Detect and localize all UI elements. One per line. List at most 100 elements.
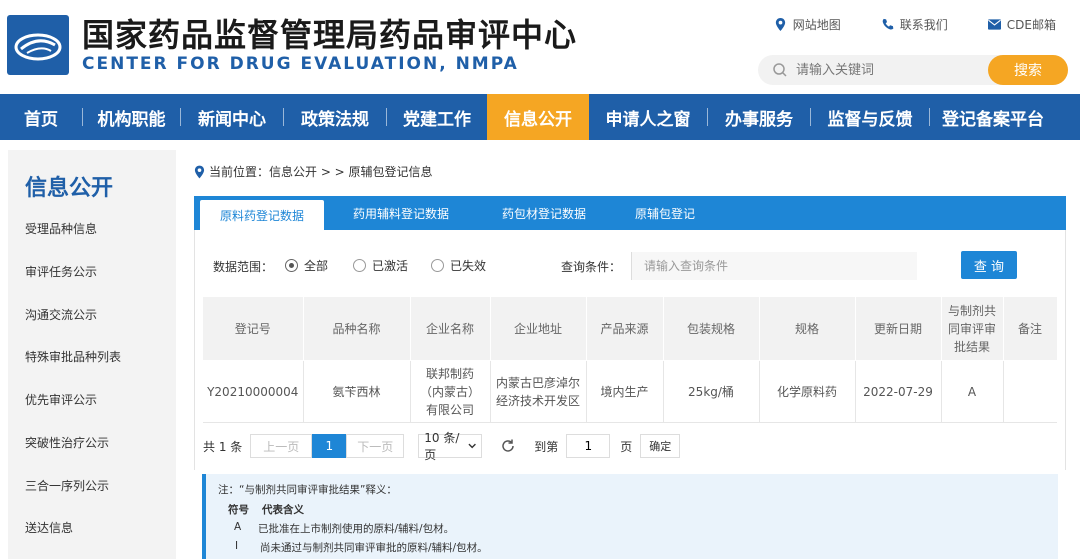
result-legend-note: 注：“与制剂共同审评审批结果”释义： 符号 代表含义 A 已批准在上市制剂使用的… bbox=[202, 474, 1058, 559]
cde-mail-link[interactable]: CDE邮箱 bbox=[987, 16, 1056, 33]
site-title-en: CENTER FOR DRUG EVALUATION, NMPA bbox=[82, 54, 519, 74]
refresh-icon[interactable] bbox=[500, 438, 516, 454]
confirm-button[interactable]: 确定 bbox=[640, 434, 681, 458]
query-button[interactable]: 查 询 bbox=[961, 251, 1017, 279]
search-button[interactable]: 搜索 bbox=[988, 55, 1068, 85]
column-header: 企业名称 bbox=[409, 296, 491, 361]
next-page-button[interactable]: 下一页 bbox=[346, 434, 405, 458]
location-pin-icon bbox=[194, 165, 205, 178]
nav-registration[interactable]: 登记备案平台 bbox=[930, 94, 1056, 140]
cell-company-name: 联邦制药（内蒙古）有限公司 bbox=[409, 360, 490, 423]
phone-icon bbox=[882, 18, 894, 30]
note-header-meaning: 代表含义 bbox=[262, 504, 304, 516]
note-header-symbol: 符号 bbox=[228, 504, 249, 516]
column-header: 登记号 bbox=[203, 296, 304, 361]
sidebar-item-communication[interactable]: 沟通交流公示 bbox=[25, 306, 97, 323]
tab-api-registration[interactable]: 原料药登记数据 bbox=[200, 200, 324, 230]
breadcrumb-text[interactable]: 当前位置：信息公开 > > 原辅包登记信息 bbox=[209, 163, 433, 180]
cell-update-date: 2022-07-29 bbox=[854, 360, 941, 423]
site-title-cn: 国家药品监督管理局药品审评中心 bbox=[82, 16, 578, 54]
nav-services[interactable]: 办事服务 bbox=[708, 94, 810, 140]
goto-page-input[interactable] bbox=[566, 434, 611, 458]
column-header: 备注 bbox=[1002, 296, 1058, 361]
sidebar-item-breakthrough[interactable]: 突破性治疗公示 bbox=[25, 434, 109, 451]
pagination: 共 1 条 上一页 1 下一页 10 条/页 到第 页 确定 bbox=[203, 431, 681, 462]
scope-radio-all[interactable]: 全部 bbox=[285, 257, 328, 274]
condition-label: 查询条件： bbox=[561, 260, 622, 274]
radio-checked-icon bbox=[285, 259, 298, 272]
registration-table: 登记号 品种名称 企业名称 企业地址 产品来源 包装规格 规格 更新日期 与制剂… bbox=[203, 296, 1058, 423]
main-nav: 首页 机构职能 新闻中心 政策法规 党建工作 信息公开 申请人之窗 办事服务 监… bbox=[0, 94, 1080, 140]
site-search: 搜索 bbox=[758, 55, 1068, 85]
chevron-down-icon bbox=[468, 443, 476, 449]
nav-info-disclosure[interactable]: 信息公开 bbox=[487, 94, 589, 140]
current-page[interactable]: 1 bbox=[312, 434, 347, 458]
nav-applicant[interactable]: 申请人之窗 bbox=[589, 94, 707, 140]
sitemap-link[interactable]: 网站地图 bbox=[774, 16, 841, 33]
nav-news[interactable]: 新闻中心 bbox=[181, 94, 283, 140]
sidebar-item-accepted[interactable]: 受理品种信息 bbox=[25, 220, 97, 237]
column-header: 规格 bbox=[758, 296, 856, 361]
table-row[interactable]: Y20210000004 氨苄西林 联邦制药（内蒙古）有限公司 内蒙古巴彦淖尔经… bbox=[203, 360, 1057, 423]
cell-specification: 化学原料药 bbox=[758, 360, 855, 423]
radio-unchecked-icon bbox=[431, 259, 444, 272]
page-unit-label: 页 bbox=[620, 439, 633, 454]
scope-radio-active[interactable]: 已激活 bbox=[353, 257, 408, 274]
column-header: 包装规格 bbox=[662, 296, 760, 361]
nav-feedback[interactable]: 监督与反馈 bbox=[811, 94, 929, 140]
keyword-search-input[interactable] bbox=[796, 60, 976, 80]
sitemap-label: 网站地图 bbox=[792, 18, 841, 32]
sidebar-item-delivery[interactable]: 送达信息 bbox=[25, 519, 73, 536]
cell-company-address: 内蒙古巴彦淖尔经济技术开发区 bbox=[489, 360, 586, 423]
site-header: 国家药品监督管理局药品审评中心 CENTER FOR DRUG EVALUATI… bbox=[0, 0, 1080, 94]
note-title: 注：“与制剂共同审评审批结果”释义： bbox=[218, 484, 397, 496]
condition-input[interactable] bbox=[631, 252, 917, 280]
table-header-row: 登记号 品种名称 企业名称 企业地址 产品来源 包装规格 规格 更新日期 与制剂… bbox=[203, 296, 1058, 361]
cell-package-spec: 25kg/桶 bbox=[662, 360, 759, 423]
location-pin-icon bbox=[775, 18, 785, 31]
contact-link[interactable]: 联系我们 bbox=[881, 16, 948, 33]
total-count: 共 1 条 bbox=[203, 439, 243, 454]
column-header: 与制剂共同审评审批结果 bbox=[940, 296, 1004, 361]
contact-label: 联系我们 bbox=[899, 18, 948, 32]
note-meaning: 已批准在上市制剂使用的原料/辅料/包材。 bbox=[258, 523, 455, 535]
cell-review-result: A bbox=[940, 360, 1003, 423]
sidebar-item-three-in-one[interactable]: 三合一序列公示 bbox=[25, 477, 109, 494]
radio-unchecked-icon bbox=[353, 259, 366, 272]
column-header: 企业地址 bbox=[489, 296, 587, 361]
sidebar-title: 信息公开 bbox=[25, 176, 114, 201]
scope-option-label: 已失效 bbox=[450, 259, 487, 273]
scope-option-label: 全部 bbox=[304, 259, 329, 273]
sidebar: 信息公开 受理品种信息 审评任务公示 沟通交流公示 特殊审批品种列表 优先审评公… bbox=[8, 150, 176, 559]
breadcrumb: 当前位置：信息公开 > > 原辅包登记信息 bbox=[194, 163, 433, 180]
goto-label: 到第 bbox=[534, 439, 559, 454]
sidebar-item-review-tasks[interactable]: 审评任务公示 bbox=[25, 263, 97, 280]
nav-institution[interactable]: 机构职能 bbox=[83, 94, 180, 140]
page-size-value: 10 条/页 bbox=[424, 431, 460, 462]
cde-logo[interactable] bbox=[7, 15, 69, 75]
cell-remarks bbox=[1002, 360, 1057, 423]
tab-packaging-registration[interactable]: 药包材登记数据 bbox=[478, 196, 610, 230]
nav-party[interactable]: 党建工作 bbox=[387, 94, 487, 140]
note-symbol: A bbox=[234, 521, 242, 533]
cell-product-source: 境内生产 bbox=[585, 360, 663, 423]
data-tabs: 原料药登记数据 药用辅料登记数据 药包材登记数据 原辅包登记 bbox=[194, 196, 1066, 230]
nav-policy[interactable]: 政策法规 bbox=[284, 94, 386, 140]
sidebar-item-special-approval[interactable]: 特殊审批品种列表 bbox=[25, 348, 121, 365]
page-size-select[interactable]: 10 条/页 bbox=[418, 431, 483, 462]
scope-label: 数据范围： bbox=[213, 260, 274, 274]
filter-row: 数据范围： 全部 已激活 已失效 查询条件： 查 询 bbox=[213, 250, 1053, 280]
note-symbol: I bbox=[235, 540, 239, 552]
tab-materials-registration[interactable]: 原辅包登记 bbox=[610, 196, 720, 230]
data-panel: 数据范围： 全部 已激活 已失效 查询条件： 查 询 登记号 品种名称 企业名称… bbox=[194, 230, 1066, 470]
note-meaning: 尚未通过与制剂共同审评审批的原料/辅料/包材。 bbox=[260, 542, 488, 554]
cde-mail-label: CDE邮箱 bbox=[1006, 18, 1056, 32]
tab-excipient-registration[interactable]: 药用辅料登记数据 bbox=[324, 196, 478, 230]
cell-registration-no: Y20210000004 bbox=[203, 360, 303, 423]
scope-radio-invalid[interactable]: 已失效 bbox=[431, 257, 486, 274]
sidebar-item-priority-review[interactable]: 优先审评公示 bbox=[25, 391, 97, 408]
scope-option-label: 已激活 bbox=[372, 259, 409, 273]
prev-page-button[interactable]: 上一页 bbox=[250, 434, 313, 458]
column-header: 产品来源 bbox=[585, 296, 664, 361]
nav-home[interactable]: 首页 bbox=[0, 94, 82, 140]
